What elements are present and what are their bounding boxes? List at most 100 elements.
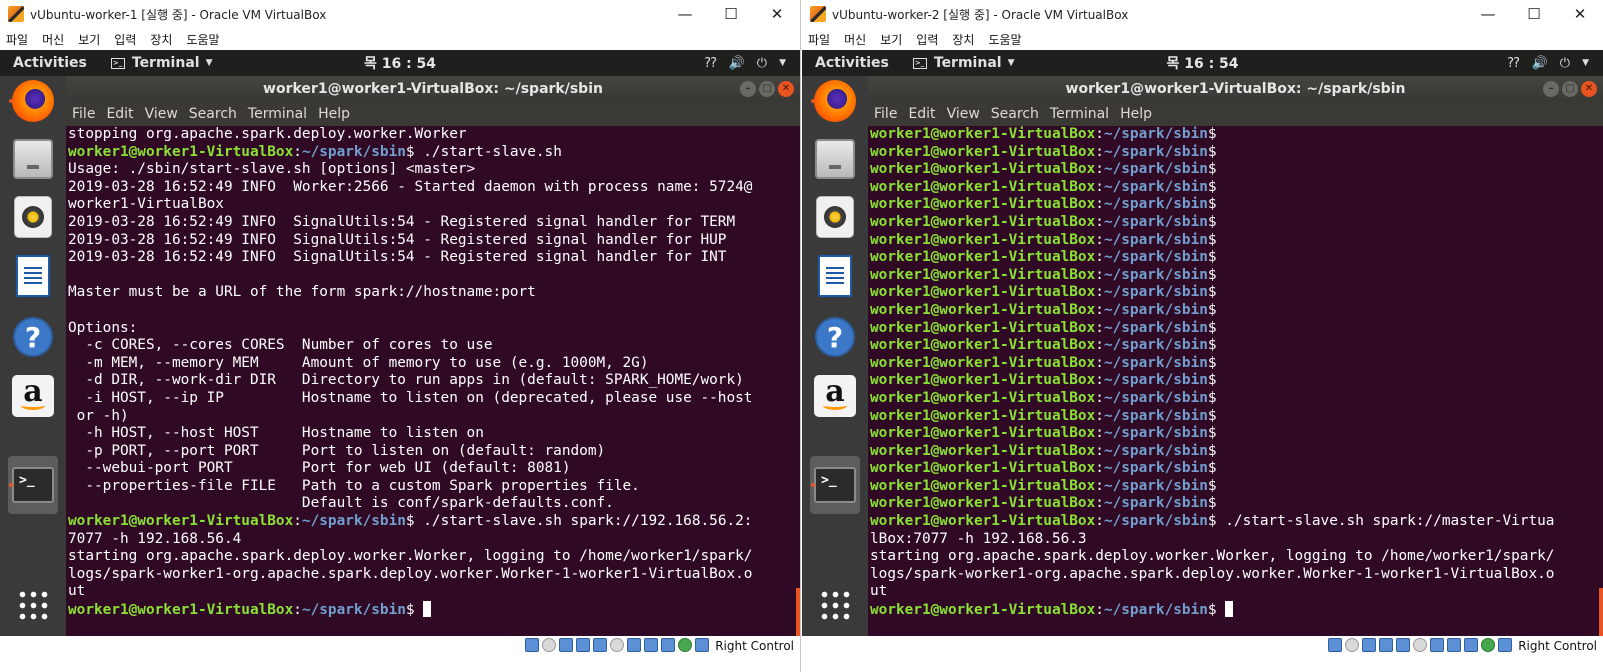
menu-machine[interactable]: 머신	[844, 31, 866, 48]
terminal-titlebar[interactable]: worker1@worker1-VirtualBox: ~/spark/sbin…	[66, 76, 800, 102]
clock[interactable]: 목 16 : 54	[364, 53, 436, 73]
window-titlebar[interactable]: vUbuntu-worker-1 [실행 중] - Oracle VM Virt…	[0, 0, 800, 28]
activities-button[interactable]: Activities	[815, 55, 889, 71]
video-capture-icon[interactable]	[1447, 638, 1462, 652]
maximize-button[interactable]: ☐	[1511, 0, 1557, 28]
clock[interactable]: 목 16 : 54	[1166, 53, 1238, 73]
menu-input[interactable]: 입력	[916, 31, 938, 48]
keyboard-capture-icon[interactable]	[1498, 638, 1513, 652]
menu-view[interactable]: 보기	[880, 31, 902, 48]
system-status-area[interactable]: ⁇ 🔊 ⏻ ▼	[1508, 56, 1589, 71]
dock-amazon[interactable]: a	[810, 371, 860, 421]
usb-icon[interactable]	[593, 638, 608, 652]
video-capture-icon[interactable]	[644, 638, 659, 652]
menu-input[interactable]: 입력	[114, 31, 136, 48]
app-menu-button[interactable]: >_ Terminal ▼	[110, 55, 213, 71]
prompt-path: ~/spark/sbin	[1103, 425, 1208, 442]
terminal-menu-terminal[interactable]: Terminal	[1050, 106, 1109, 122]
virtualization-icon[interactable]	[661, 638, 676, 652]
window-titlebar[interactable]: vUbuntu-worker-2 [실행 중] - Oracle VM Virt…	[802, 0, 1603, 28]
menu-machine[interactable]: 머신	[42, 31, 64, 48]
minimize-button[interactable]: —	[662, 0, 708, 28]
shared-folders-icon[interactable]	[1413, 638, 1428, 652]
display-icon[interactable]	[627, 638, 642, 652]
terminal-menu-view[interactable]: View	[947, 106, 980, 122]
terminal-close-button[interactable]: ✕	[778, 81, 794, 97]
mouse-integration-icon[interactable]	[1481, 638, 1496, 652]
minimize-button[interactable]: —	[1465, 0, 1511, 28]
dock-rhythmbox[interactable]	[8, 192, 58, 242]
display-icon[interactable]	[1430, 638, 1445, 652]
terminal-menu-view[interactable]: View	[145, 106, 178, 122]
network-adapter-icon[interactable]	[576, 638, 591, 652]
menu-devices[interactable]: 장치	[952, 31, 974, 48]
terminal-menu-edit[interactable]: Edit	[908, 106, 935, 122]
menu-devices[interactable]: 장치	[150, 31, 172, 48]
menu-help[interactable]: 도움말	[186, 31, 219, 48]
window-title: vUbuntu-worker-1 [실행 중] - Oracle VM Virt…	[30, 7, 327, 22]
network-adapter-icon[interactable]	[1379, 638, 1394, 652]
prompt-separator: :	[1095, 513, 1104, 530]
prompt-separator: :	[1095, 389, 1104, 406]
terminal-output[interactable]: stopping org.apache.spark.deploy.worker.…	[68, 126, 796, 636]
optical-drive-icon[interactable]	[542, 638, 557, 652]
terminal-maximize-button[interactable]: □	[1562, 81, 1578, 97]
virtualization-icon[interactable]	[1464, 638, 1479, 652]
terminal-minimize-button[interactable]: –	[1543, 81, 1559, 97]
dock-files[interactable]	[8, 134, 58, 184]
terminal-menu-search[interactable]: Search	[991, 106, 1039, 122]
dock-amazon[interactable]: a	[8, 371, 58, 421]
terminal-close-button[interactable]: ✕	[1581, 81, 1597, 97]
dock-show-apps[interactable]	[810, 580, 860, 630]
menu-file[interactable]: 파일	[6, 31, 28, 48]
dock-writer[interactable]	[810, 251, 860, 301]
terminal-titlebar[interactable]: worker1@worker1-VirtualBox: ~/spark/sbin…	[868, 76, 1603, 102]
hard-disk-icon[interactable]	[1328, 638, 1343, 652]
terminal-menu-help[interactable]: Help	[318, 106, 350, 122]
output-line: --webui-port PORT Port for web UI (defau…	[68, 460, 571, 477]
app-menu-button[interactable]: >_ Terminal ▼	[912, 55, 1015, 71]
mouse-integration-icon[interactable]	[678, 638, 693, 652]
terminal-menu-file[interactable]: File	[72, 106, 95, 122]
dock-firefox[interactable]	[810, 76, 860, 126]
menu-file[interactable]: 파일	[808, 31, 830, 48]
close-button[interactable]: ✕	[1557, 0, 1603, 28]
terminal-minimize-button[interactable]: –	[740, 81, 756, 97]
terminal-output[interactable]: worker1@worker1-VirtualBox:~/spark/sbin$…	[870, 126, 1599, 636]
prompt-line: worker1@worker1-VirtualBox:~/spark/sbin$	[870, 302, 1599, 320]
terminal-scrollbar[interactable]	[796, 588, 800, 636]
terminal-menu-edit[interactable]: Edit	[106, 106, 133, 122]
system-status-area[interactable]: ⁇ 🔊 ⏻ ▼	[705, 56, 786, 71]
terminal-menu-terminal[interactable]: Terminal	[248, 106, 307, 122]
menu-view[interactable]: 보기	[78, 31, 100, 48]
menu-help[interactable]: 도움말	[988, 31, 1021, 48]
optical-drive-icon[interactable]	[1345, 638, 1360, 652]
prompt-line: worker1@worker1-VirtualBox:~/spark/sbin$…	[68, 144, 796, 162]
prompt-user: worker1@worker1-VirtualBox	[870, 266, 1096, 283]
hard-disk-icon[interactable]	[525, 638, 540, 652]
dock-firefox[interactable]	[8, 76, 58, 126]
terminal-maximize-button[interactable]: □	[759, 81, 775, 97]
maximize-button[interactable]: ☐	[708, 0, 754, 28]
dock-terminal[interactable]: >_	[8, 456, 58, 514]
dock-rhythmbox[interactable]	[810, 192, 860, 242]
audio-icon[interactable]	[1362, 638, 1377, 652]
dock-terminal[interactable]: >_	[810, 456, 860, 514]
shared-folders-icon[interactable]	[610, 638, 625, 652]
dock-writer[interactable]	[8, 251, 58, 301]
terminal-scrollbar[interactable]	[1599, 588, 1603, 636]
audio-icon[interactable]	[559, 638, 574, 652]
dock-files[interactable]	[810, 134, 860, 184]
dock-help[interactable]: ?	[810, 312, 860, 362]
usb-icon[interactable]	[1396, 638, 1411, 652]
keyboard-capture-icon[interactable]	[695, 638, 710, 652]
terminal-menu-search[interactable]: Search	[189, 106, 237, 122]
dock-show-apps[interactable]	[8, 580, 58, 630]
close-button[interactable]: ✕	[754, 0, 800, 28]
prompt-user: worker1@worker1-VirtualBox	[870, 126, 1096, 142]
activities-button[interactable]: Activities	[13, 55, 87, 71]
terminal-menu-file[interactable]: File	[874, 106, 897, 122]
prompt-separator: :	[293, 513, 302, 530]
dock-help[interactable]: ?	[8, 312, 58, 362]
terminal-menu-help[interactable]: Help	[1120, 106, 1152, 122]
